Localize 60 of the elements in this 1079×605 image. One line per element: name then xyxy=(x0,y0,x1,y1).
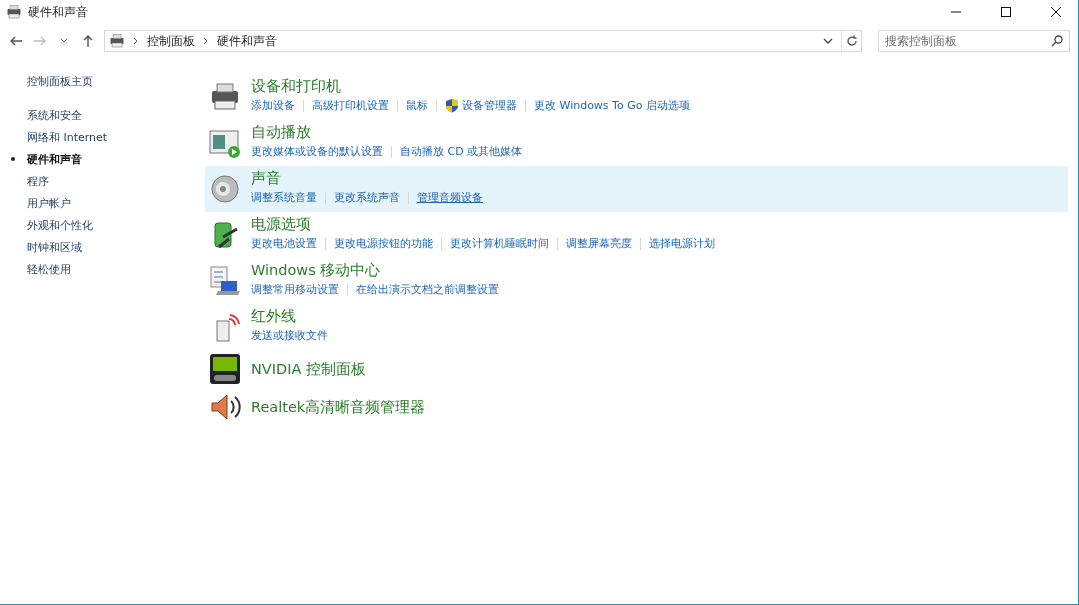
task-link[interactable]: 更改电池设置 xyxy=(251,236,317,251)
task-link[interactable]: 更改计算机睡眠时间 xyxy=(450,236,549,251)
category-link[interactable]: Windows 移动中心 xyxy=(251,261,499,280)
printer-icon xyxy=(209,81,241,113)
sidebar-item[interactable]: 用户帐户 xyxy=(27,192,71,214)
category-link[interactable]: 电源选项 xyxy=(251,215,715,234)
sidebar-item[interactable]: 硬件和声音 xyxy=(27,148,82,170)
task-link[interactable]: 更改系统声音 xyxy=(334,190,400,205)
graphics-card-icon xyxy=(209,353,241,385)
task-link[interactable]: 高级打印机设置 xyxy=(312,98,389,113)
search-field[interactable]: 搜索控制面板 xyxy=(878,30,1070,52)
sidebar-item[interactable]: 程序 xyxy=(27,170,49,192)
laptop-checklist-icon xyxy=(209,265,241,297)
back-arrow-icon xyxy=(9,35,23,47)
task-link[interactable]: 更改 Windows To Go 启动选项 xyxy=(534,98,690,113)
sidebar-item[interactable]: 轻松使用 xyxy=(27,258,71,280)
task-link[interactable]: 调整常用移动设置 xyxy=(251,282,339,297)
breadcrumb[interactable]: 硬件和声音 xyxy=(217,32,277,50)
task-link[interactable]: 更改媒体或设备的默认设置 xyxy=(251,144,383,159)
task-link[interactable]: 在给出演示文档之前调整设置 xyxy=(356,282,499,297)
task-link[interactable]: 添加设备 xyxy=(251,98,295,113)
caret-icon xyxy=(60,38,68,44)
sidebar-item[interactable]: 外观和个性化 xyxy=(27,214,93,236)
refresh-icon xyxy=(845,35,858,47)
close-icon xyxy=(1050,6,1062,18)
category-link[interactable]: 红外线 xyxy=(251,307,328,326)
up-arrow-icon xyxy=(82,34,94,48)
category-link[interactable]: 声音 xyxy=(251,169,483,188)
search-icon xyxy=(1051,35,1063,47)
chevron-icon xyxy=(203,37,209,45)
task-link[interactable]: 设备管理器 xyxy=(462,98,517,113)
maximize-icon xyxy=(1000,6,1012,18)
sidebar-item[interactable]: 系统和安全 xyxy=(27,104,82,126)
category-link[interactable]: NVIDIA 控制面板 xyxy=(251,359,366,379)
speaker-icon xyxy=(209,391,241,423)
task-link[interactable]: 鼠标 xyxy=(406,98,428,113)
forward-arrow-icon xyxy=(33,35,47,47)
task-link[interactable]: 选择电源计划 xyxy=(649,236,715,251)
printer-icon xyxy=(6,4,22,20)
sidebar-item[interactable]: 时钟和区域 xyxy=(27,236,82,258)
task-link[interactable]: 管理音频设备 xyxy=(417,190,483,205)
address-bar[interactable]: 控制面板 硬件和声音 xyxy=(104,30,862,52)
chevron-icon xyxy=(133,37,139,45)
sidebar-item[interactable]: 网络和 Internet xyxy=(27,126,108,148)
category-link[interactable]: Realtek高清晰音频管理器 xyxy=(251,397,426,417)
sidebar-link[interactable]: 控制面板主页 xyxy=(27,70,205,92)
autoplay-icon xyxy=(209,127,241,159)
task-link[interactable]: 发送或接收文件 xyxy=(251,328,328,343)
breadcrumb[interactable]: 控制面板 xyxy=(147,32,195,50)
task-link[interactable]: 更改电源按钮的功能 xyxy=(334,236,433,251)
window-title: 硬件和声音 xyxy=(28,3,89,21)
shield-icon xyxy=(445,98,459,113)
dropdown-icon[interactable] xyxy=(823,38,833,44)
task-link[interactable]: 调整系统音量 xyxy=(251,190,317,205)
task-link[interactable]: 自动播放 CD 或其他媒体 xyxy=(400,144,523,159)
category-link[interactable]: 设备和打印机 xyxy=(251,77,690,96)
speaker-icon xyxy=(209,173,241,205)
printer-icon xyxy=(109,33,125,49)
category-link[interactable]: 自动播放 xyxy=(251,123,523,142)
task-link[interactable]: 调整屏幕亮度 xyxy=(566,236,632,251)
